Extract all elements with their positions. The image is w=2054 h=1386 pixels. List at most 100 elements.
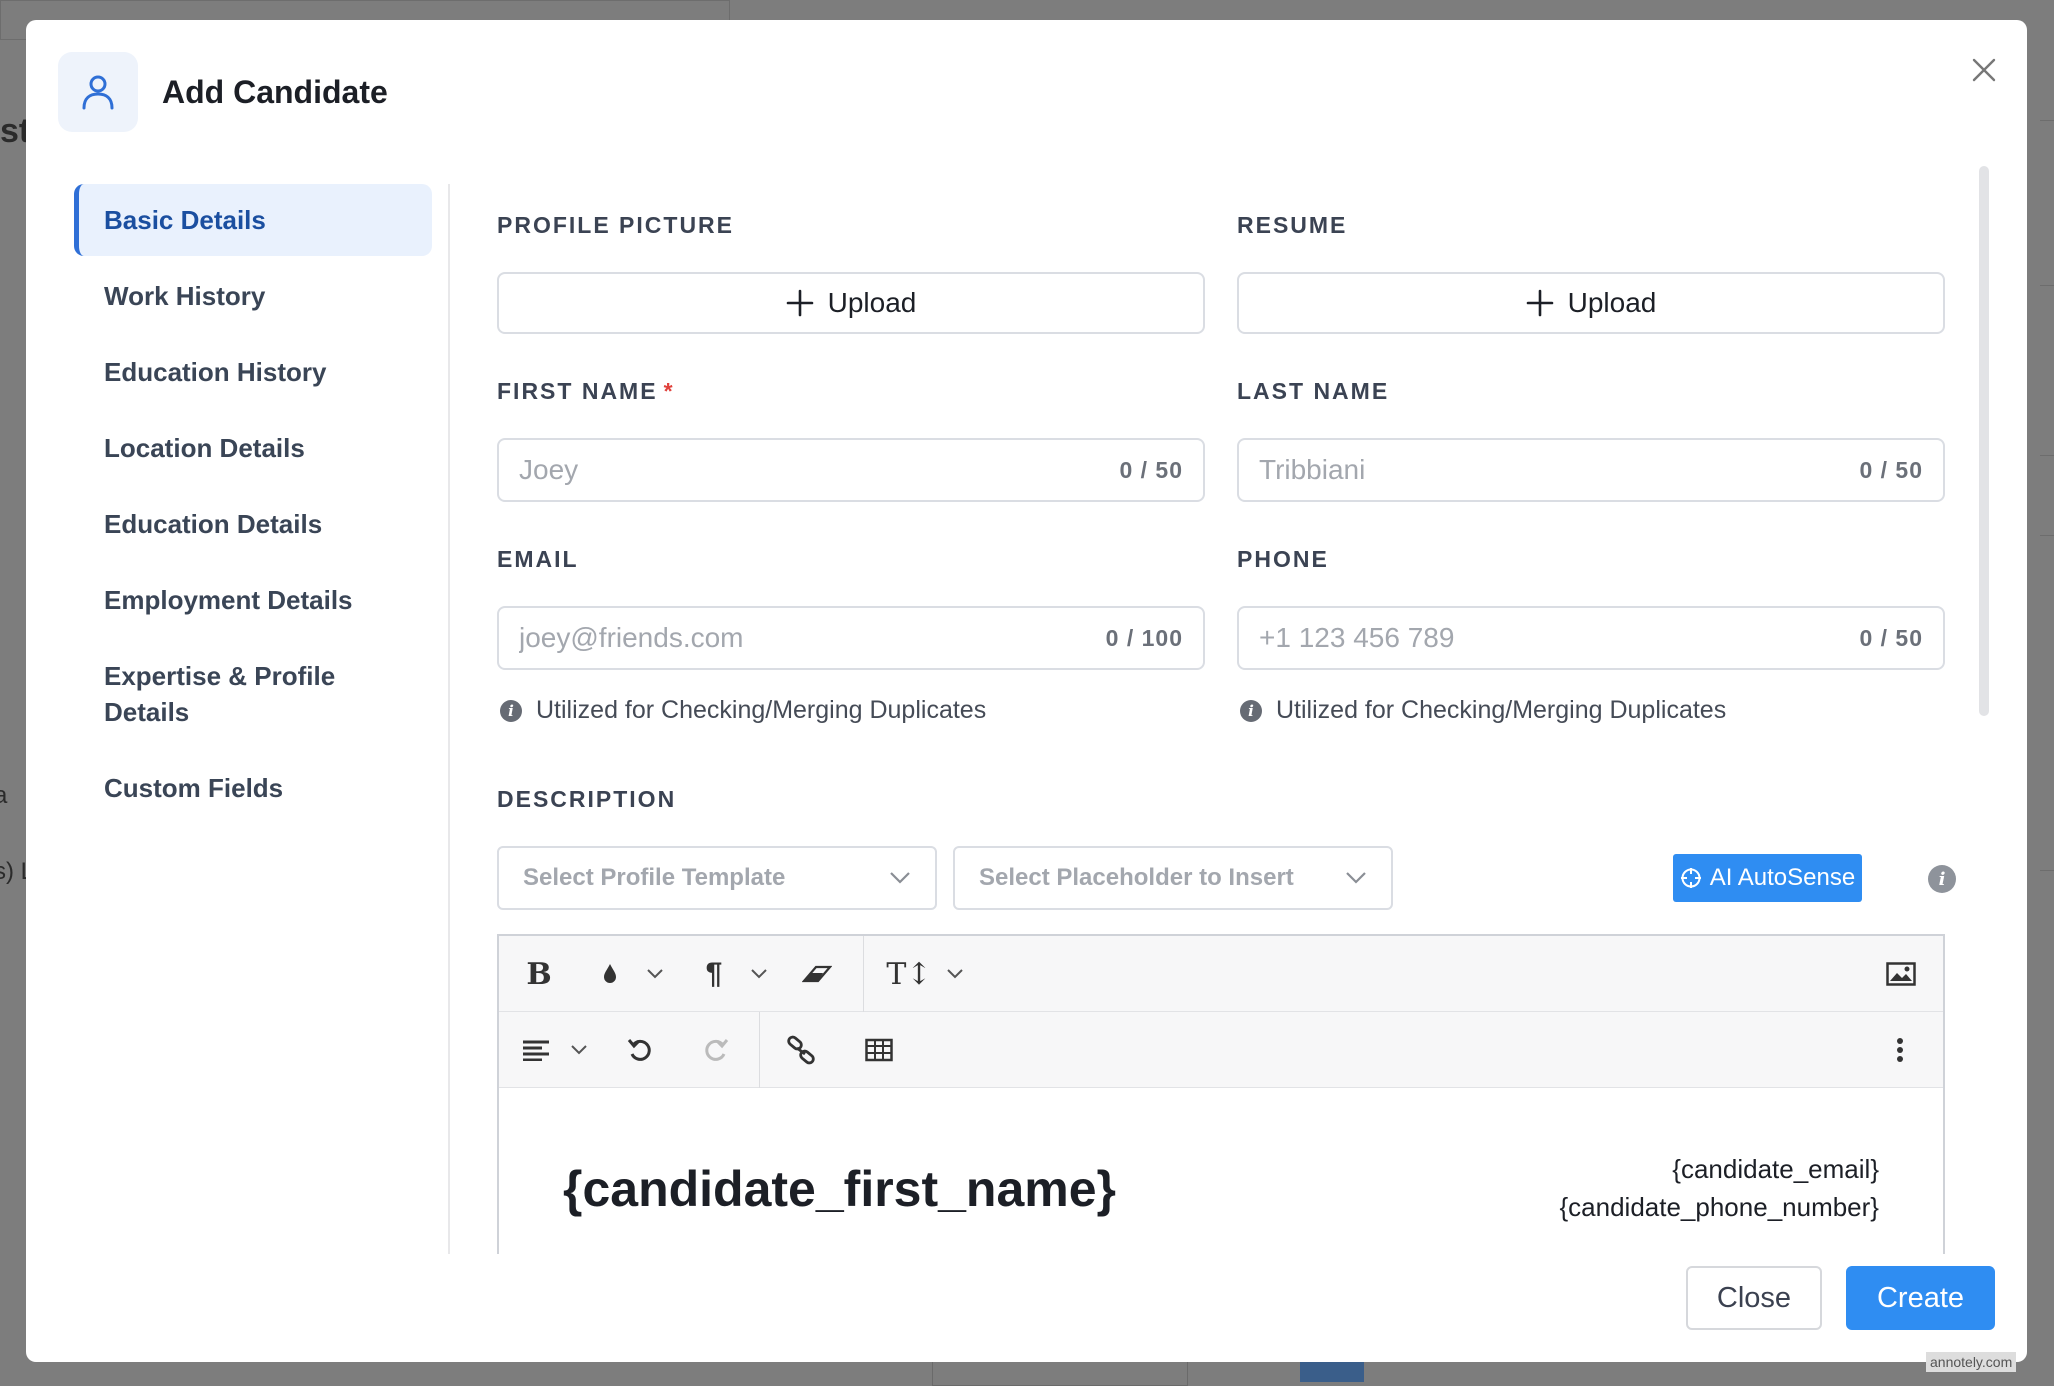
toolbar-separator [863,936,864,1012]
image-icon[interactable] [1883,954,1919,994]
first-name-input[interactable] [519,454,1120,486]
font-size-icon[interactable]: T↕ [886,954,931,994]
text-color-icon[interactable] [595,954,625,994]
ai-autosense-button[interactable]: AI AutoSense [1673,854,1862,902]
plus-icon [786,289,813,317]
first-name-label-text: FIRST NAME [497,378,658,404]
chevron-down-icon[interactable] [943,954,967,994]
add-candidate-modal: Add Candidate Basic Details Work History… [26,20,2027,1362]
plus-icon [1526,289,1553,317]
sidebar-item-label: Employment Details [104,585,353,615]
chevron-down-icon[interactable] [747,954,771,994]
first-name-field: 0 / 50 [497,438,1205,502]
align-left-icon[interactable] [519,1030,553,1070]
email-input[interactable] [519,622,1106,654]
create-button[interactable]: Create [1846,1266,1995,1330]
table-icon[interactable] [861,1030,897,1070]
background-divider [2040,870,2054,871]
last-name-field: 0 / 50 [1237,438,1945,502]
upload-label: Upload [827,287,917,318]
editor-content[interactable]: {candidate_first_name} {candidate_email}… [499,1090,1943,1254]
description-label: DESCRIPTION [497,786,677,812]
editor-toolbar-row-2 [499,1012,1943,1088]
sidebar-nav: Basic Details Work History Education His… [74,184,432,806]
close-button[interactable]: Close [1686,1266,1822,1330]
sidebar-item-label: Location Details [104,433,305,463]
upload-label: Upload [1567,287,1657,318]
profile-picture-upload-button[interactable]: Upload [497,272,1205,334]
sidebar-item-education-details[interactable]: Education Details [74,506,432,542]
watermark: annotely.com [1926,1352,2017,1372]
phone-input[interactable] [1259,622,1860,654]
sidebar-item-education-history[interactable]: Education History [74,354,432,390]
ai-autosense-label: AI AutoSense [1709,864,1856,891]
sidebar-item-employment-details[interactable]: Employment Details [74,582,432,618]
sidebar-item-label: Education History [104,357,327,387]
placeholder-select-text: Select Placeholder to Insert [979,864,1294,891]
paragraph-icon[interactable]: ¶ [699,954,729,994]
info-icon[interactable]: i [1928,865,1956,893]
character-counter: 0 / 100 [1105,624,1183,651]
candidate-first-name-placeholder: {candidate_first_name} [563,1161,1117,1217]
sidebar-item-basic-details[interactable]: Basic Details [74,184,432,256]
crosshair-icon [1680,868,1701,888]
resume-label: RESUME [1237,212,1348,238]
last-name-input[interactable] [1259,454,1860,486]
info-icon: i [1240,699,1262,722]
phone-hint: i Utilized for Checking/Merging Duplicat… [1240,696,1726,725]
phone-field: 0 / 50 [1237,606,1945,670]
background-text: a [0,782,8,809]
email-field: 0 / 100 [497,606,1205,670]
editor-toolbar-row-1: B ¶ T↕ [499,936,1943,1012]
profile-picture-label: PROFILE PICTURE [497,212,735,238]
profile-template-select-text: Select Profile Template [523,864,786,891]
scrollbar[interactable] [1979,166,1989,716]
sidebar-item-work-history[interactable]: Work History [74,278,432,314]
candidate-phone-placeholder: {candidate_phone_number} [1559,1192,1879,1222]
sidebar-item-label: Custom Fields [104,773,284,803]
sidebar-item-label: Expertise & Profile Details [104,661,336,727]
sidebar-item-expertise-profile-details[interactable]: Expertise & Profile Details [74,658,374,730]
email-hint: i Utilized for Checking/Merging Duplicat… [500,696,986,725]
description-editor: B ¶ T↕ {candidate_first_name} {candidate… [497,934,1945,1254]
sidebar-item-label: Basic Details [104,205,266,235]
email-hint-text: Utilized for Checking/Merging Duplicates [536,696,987,724]
sidebar-item-label: Work History [104,281,266,311]
background-divider [2040,120,2054,121]
sidebar-item-location-details[interactable]: Location Details [74,430,432,466]
profile-template-select[interactable]: Select Profile Template [497,846,937,910]
eraser-icon[interactable] [799,954,835,994]
first-name-label: FIRST NAME * [497,378,675,405]
link-icon[interactable] [783,1030,819,1070]
info-icon: i [500,699,522,722]
close-icon[interactable] [1964,50,2004,90]
modal-title: Add Candidate [162,74,388,110]
redo-icon[interactable] [699,1030,733,1070]
phone-hint-text: Utilized for Checking/Merging Duplicates [1276,696,1727,724]
character-counter: 0 / 50 [1119,456,1183,483]
last-name-label: LAST NAME [1237,378,1390,404]
background-divider [2040,285,2054,286]
more-options-icon[interactable] [1885,1030,1915,1070]
bold-icon[interactable]: B [521,954,557,994]
chevron-down-icon [1346,872,1366,884]
email-label: EMAIL [497,546,579,572]
sidebar-item-custom-fields[interactable]: Custom Fields [74,770,432,806]
background-divider [2040,455,2054,456]
chevron-down-icon[interactable] [567,1030,591,1070]
required-mark: * [663,378,675,404]
sidebar-divider [448,184,450,1254]
background-divider [2040,535,2054,536]
candidate-email-placeholder: {candidate_email} [1672,1154,1879,1184]
undo-icon[interactable] [623,1030,657,1070]
character-counter: 0 / 50 [1859,456,1923,483]
chevron-down-icon [890,872,910,884]
chevron-down-icon[interactable] [643,954,667,994]
sidebar-item-label: Education Details [104,509,323,539]
character-counter: 0 / 50 [1859,624,1923,651]
toolbar-separator [759,1012,760,1088]
phone-label: PHONE [1237,546,1329,572]
resume-upload-button[interactable]: Upload [1237,272,1945,334]
placeholder-select[interactable]: Select Placeholder to Insert [953,846,1393,910]
user-icon [58,52,138,132]
